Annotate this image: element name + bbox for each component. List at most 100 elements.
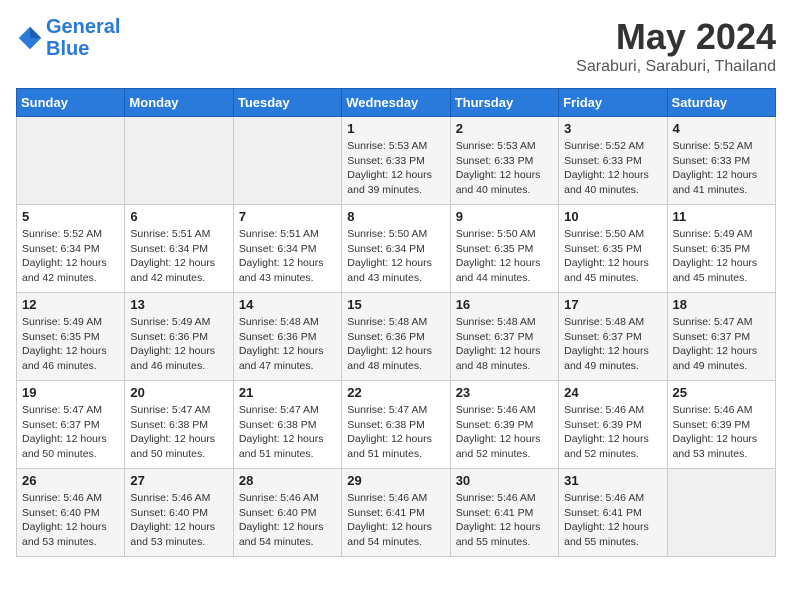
calendar-cell: 5 Sunrise: 5:52 AM Sunset: 6:34 PM Daylig… [17,205,125,293]
day-number: 28 [239,473,336,488]
calendar-cell: 9 Sunrise: 5:50 AM Sunset: 6:35 PM Daylig… [450,205,558,293]
day-number: 11 [673,209,770,224]
calendar-cell [233,117,341,205]
calendar-cell: 24 Sunrise: 5:46 AM Sunset: 6:39 PM Dayli… [559,381,667,469]
day-number: 7 [239,209,336,224]
weekday-header-row: SundayMondayTuesdayWednesdayThursdayFrid… [17,89,776,117]
day-number: 12 [22,297,119,312]
day-info: Sunrise: 5:53 AM Sunset: 6:33 PM Dayligh… [347,139,444,198]
day-number: 18 [673,297,770,312]
day-number: 1 [347,121,444,136]
calendar-cell [125,117,233,205]
day-number: 8 [347,209,444,224]
day-number: 4 [673,121,770,136]
day-info: Sunrise: 5:46 AM Sunset: 6:40 PM Dayligh… [239,491,336,550]
day-info: Sunrise: 5:46 AM Sunset: 6:40 PM Dayligh… [130,491,227,550]
day-number: 5 [22,209,119,224]
day-info: Sunrise: 5:53 AM Sunset: 6:33 PM Dayligh… [456,139,553,198]
calendar-cell: 14Sunrise: 5:48 AM Sunset: 6:36 PM Dayli… [233,293,341,381]
logo-text-blue: Blue [46,38,120,60]
calendar-cell: 31Sunrise: 5:46 AM Sunset: 6:41 PM Dayli… [559,469,667,557]
day-number: 17 [564,297,661,312]
day-number: 13 [130,297,227,312]
day-number: 9 [456,209,553,224]
calendar-cell: 20Sunrise: 5:47 AM Sunset: 6:38 PM Dayli… [125,381,233,469]
calendar-header: SundayMondayTuesdayWednesdayThursdayFrid… [17,89,776,117]
calendar-cell: 12 Sunrise: 5:49 AM Sunset: 6:35 PM Dayli… [17,293,125,381]
calendar-week-row: 1 Sunrise: 5:53 AM Sunset: 6:33 PM Daylig… [17,117,776,205]
calendar-week-row: 12 Sunrise: 5:49 AM Sunset: 6:35 PM Dayli… [17,293,776,381]
calendar-cell: 18Sunrise: 5:47 AM Sunset: 6:37 PM Dayli… [667,293,775,381]
calendar-cell: 25 Sunrise: 5:46 AM Sunset: 6:39 PM Dayli… [667,381,775,469]
weekday-header: Monday [125,89,233,117]
day-info: Sunrise: 5:51 AM Sunset: 6:34 PM Dayligh… [130,227,227,286]
day-number: 23 [456,385,553,400]
day-number: 21 [239,385,336,400]
calendar-cell [667,469,775,557]
day-info: Sunrise: 5:46 AM Sunset: 6:41 PM Dayligh… [347,491,444,550]
calendar-cell [17,117,125,205]
day-info: Sunrise: 5:50 AM Sunset: 6:35 PM Dayligh… [564,227,661,286]
calendar-cell: 30 Sunrise: 5:46 AM Sunset: 6:41 PM Dayli… [450,469,558,557]
calendar-table: SundayMondayTuesdayWednesdayThursdayFrid… [16,88,776,557]
day-number: 14 [239,297,336,312]
weekday-header: Thursday [450,89,558,117]
day-info: Sunrise: 5:50 AM Sunset: 6:34 PM Dayligh… [347,227,444,286]
day-info: Sunrise: 5:47 AM Sunset: 6:38 PM Dayligh… [130,403,227,462]
day-info: Sunrise: 5:51 AM Sunset: 6:34 PM Dayligh… [239,227,336,286]
calendar-cell: 1 Sunrise: 5:53 AM Sunset: 6:33 PM Daylig… [342,117,450,205]
day-number: 15 [347,297,444,312]
calendar-cell: 27 Sunrise: 5:46 AM Sunset: 6:40 PM Dayli… [125,469,233,557]
calendar-cell: 19 Sunrise: 5:47 AM Sunset: 6:37 PM Dayli… [17,381,125,469]
weekday-header: Tuesday [233,89,341,117]
weekday-header: Sunday [17,89,125,117]
day-number: 27 [130,473,227,488]
calendar-cell: 15 Sunrise: 5:48 AM Sunset: 6:36 PM Dayli… [342,293,450,381]
day-info: Sunrise: 5:47 AM Sunset: 6:38 PM Dayligh… [239,403,336,462]
weekday-header: Friday [559,89,667,117]
day-info: Sunrise: 5:48 AM Sunset: 6:36 PM Dayligh… [347,315,444,374]
day-info: Sunrise: 5:50 AM Sunset: 6:35 PM Dayligh… [456,227,553,286]
day-number: 2 [456,121,553,136]
day-number: 16 [456,297,553,312]
day-info: Sunrise: 5:48 AM Sunset: 6:37 PM Dayligh… [564,315,661,374]
day-number: 30 [456,473,553,488]
day-info: Sunrise: 5:48 AM Sunset: 6:37 PM Dayligh… [456,315,553,374]
weekday-header: Wednesday [342,89,450,117]
day-info: Sunrise: 5:52 AM Sunset: 6:34 PM Dayligh… [22,227,119,286]
calendar-cell: 8 Sunrise: 5:50 AM Sunset: 6:34 PM Daylig… [342,205,450,293]
day-number: 10 [564,209,661,224]
title-block: May 2024 Saraburi, Saraburi, Thailand [576,16,776,76]
day-number: 19 [22,385,119,400]
location: Saraburi, Saraburi, Thailand [576,58,776,76]
day-number: 31 [564,473,661,488]
calendar-cell: 11Sunrise: 5:49 AM Sunset: 6:35 PM Dayli… [667,205,775,293]
page-header: General Blue May 2024 Saraburi, Saraburi… [16,16,776,76]
day-info: Sunrise: 5:49 AM Sunset: 6:35 PM Dayligh… [22,315,119,374]
calendar-cell: 21 Sunrise: 5:47 AM Sunset: 6:38 PM Dayli… [233,381,341,469]
calendar-cell: 2 Sunrise: 5:53 AM Sunset: 6:33 PM Daylig… [450,117,558,205]
day-info: Sunrise: 5:46 AM Sunset: 6:40 PM Dayligh… [22,491,119,550]
day-info: Sunrise: 5:46 AM Sunset: 6:39 PM Dayligh… [564,403,661,462]
month-title: May 2024 [576,16,776,58]
calendar-cell: 7 Sunrise: 5:51 AM Sunset: 6:34 PM Daylig… [233,205,341,293]
day-number: 24 [564,385,661,400]
calendar-cell: 4 Sunrise: 5:52 AM Sunset: 6:33 PM Daylig… [667,117,775,205]
calendar-cell: 17 Sunrise: 5:48 AM Sunset: 6:37 PM Dayli… [559,293,667,381]
day-number: 6 [130,209,227,224]
day-info: Sunrise: 5:46 AM Sunset: 6:39 PM Dayligh… [673,403,770,462]
day-info: Sunrise: 5:52 AM Sunset: 6:33 PM Dayligh… [673,139,770,198]
calendar-week-row: 19 Sunrise: 5:47 AM Sunset: 6:37 PM Dayli… [17,381,776,469]
calendar-cell: 26Sunrise: 5:46 AM Sunset: 6:40 PM Dayli… [17,469,125,557]
day-number: 22 [347,385,444,400]
logo-icon [16,24,44,52]
day-info: Sunrise: 5:47 AM Sunset: 6:38 PM Dayligh… [347,403,444,462]
calendar-week-row: 26Sunrise: 5:46 AM Sunset: 6:40 PM Dayli… [17,469,776,557]
day-info: Sunrise: 5:52 AM Sunset: 6:33 PM Dayligh… [564,139,661,198]
day-info: Sunrise: 5:46 AM Sunset: 6:41 PM Dayligh… [456,491,553,550]
calendar-cell: 28 Sunrise: 5:46 AM Sunset: 6:40 PM Dayli… [233,469,341,557]
day-number: 25 [673,385,770,400]
weekday-header: Saturday [667,89,775,117]
day-number: 29 [347,473,444,488]
day-info: Sunrise: 5:47 AM Sunset: 6:37 PM Dayligh… [22,403,119,462]
